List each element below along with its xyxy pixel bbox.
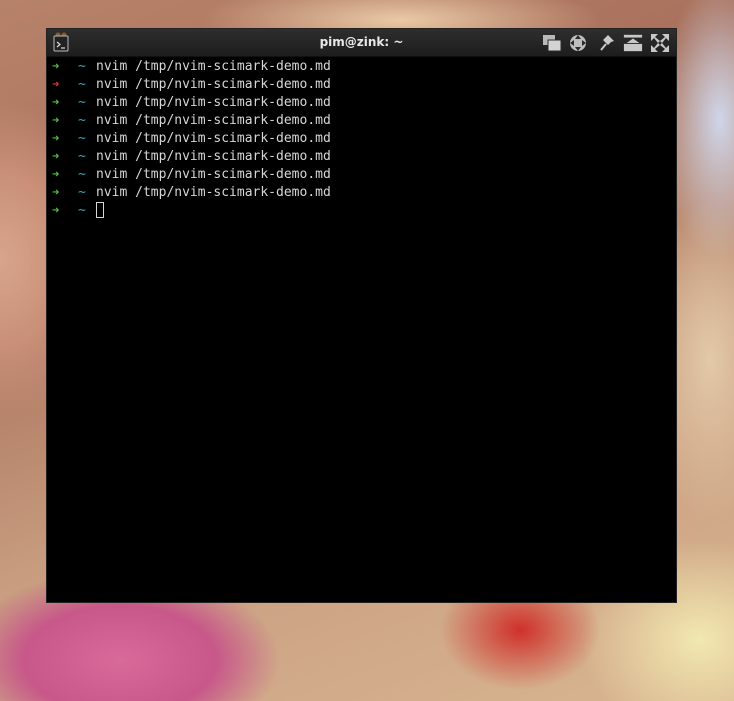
prompt-arrow-icon: ➜ (52, 77, 60, 91)
prompt-directory: ~ (78, 77, 86, 92)
history-line: ➜ ~ nvim /tmp/nvim-scimark-demo.md (52, 111, 331, 129)
shade-icon (623, 34, 643, 52)
history-command: nvim /tmp/nvim-scimark-demo.md (96, 59, 331, 74)
prompt-arrow-icon: ➜ (52, 95, 60, 109)
prompt-arrow-icon: ➜ (52, 167, 60, 181)
history-line: ➜ ~ nvim /tmp/nvim-scimark-demo.md (52, 183, 331, 201)
prompt-directory: ~ (78, 149, 86, 164)
windows-button[interactable] (542, 33, 562, 53)
history-command: nvim /tmp/nvim-scimark-demo.md (96, 149, 331, 164)
prompt-arrow-icon: ➜ (52, 149, 60, 163)
move-icon (570, 35, 586, 51)
pin-button[interactable] (598, 33, 618, 53)
prompt-directory: ~ (78, 95, 86, 110)
pin-icon (600, 35, 614, 51)
prompt-directory: ~ (78, 113, 86, 128)
windows-icon (543, 35, 562, 52)
prompt-arrow-icon: ➜ (52, 185, 60, 199)
prompt-arrow-icon: ➜ (52, 113, 60, 127)
window-titlebar[interactable]: pim@zink: ~ (47, 29, 676, 57)
prompt-directory: ~ (78, 185, 86, 200)
active-prompt-line[interactable]: ➜ ~ (52, 201, 104, 219)
prompt-directory: ~ (78, 167, 86, 182)
history-command: nvim /tmp/nvim-scimark-demo.md (96, 131, 331, 146)
history-line: ➜ ~ nvim /tmp/nvim-scimark-demo.md (52, 147, 331, 165)
history-command: nvim /tmp/nvim-scimark-demo.md (96, 167, 331, 182)
prompt-arrow-icon: ➜ (52, 203, 60, 217)
prompt-directory: ~ (78, 131, 86, 146)
shade-button[interactable] (623, 33, 643, 53)
history-command: nvim /tmp/nvim-scimark-demo.md (96, 113, 331, 128)
history-line: ➜ ~ nvim /tmp/nvim-scimark-demo.md (52, 93, 331, 111)
move-button[interactable] (568, 33, 588, 53)
terminal-window[interactable]: pim@zink: ~ ➜ ~ nvim /tmp/nvim-scimark-d… (47, 29, 676, 602)
history-command: nvim /tmp/nvim-scimark-demo.md (96, 95, 331, 110)
fullscreen-icon (651, 34, 669, 52)
history-line: ➜ ~ nvim /tmp/nvim-scimark-demo.md (52, 75, 331, 93)
fullscreen-button[interactable] (650, 33, 670, 53)
text-cursor (96, 202, 104, 218)
history-command: nvim /tmp/nvim-scimark-demo.md (96, 77, 331, 92)
prompt-arrow-icon: ➜ (52, 59, 60, 73)
terminal-output[interactable]: ➜ ~ nvim /tmp/nvim-scimark-demo.md ➜ ~ nvim … (47, 57, 676, 602)
history-line: ➜ ~ nvim /tmp/nvim-scimark-demo.md (52, 57, 331, 75)
prompt-arrow-icon: ➜ (52, 131, 60, 145)
history-line: ➜ ~ nvim /tmp/nvim-scimark-demo.md (52, 129, 331, 147)
history-line: ➜ ~ nvim /tmp/nvim-scimark-demo.md (52, 165, 331, 183)
prompt-directory: ~ (78, 59, 86, 74)
prompt-directory: ~ (78, 203, 86, 218)
history-command: nvim /tmp/nvim-scimark-demo.md (96, 185, 331, 200)
